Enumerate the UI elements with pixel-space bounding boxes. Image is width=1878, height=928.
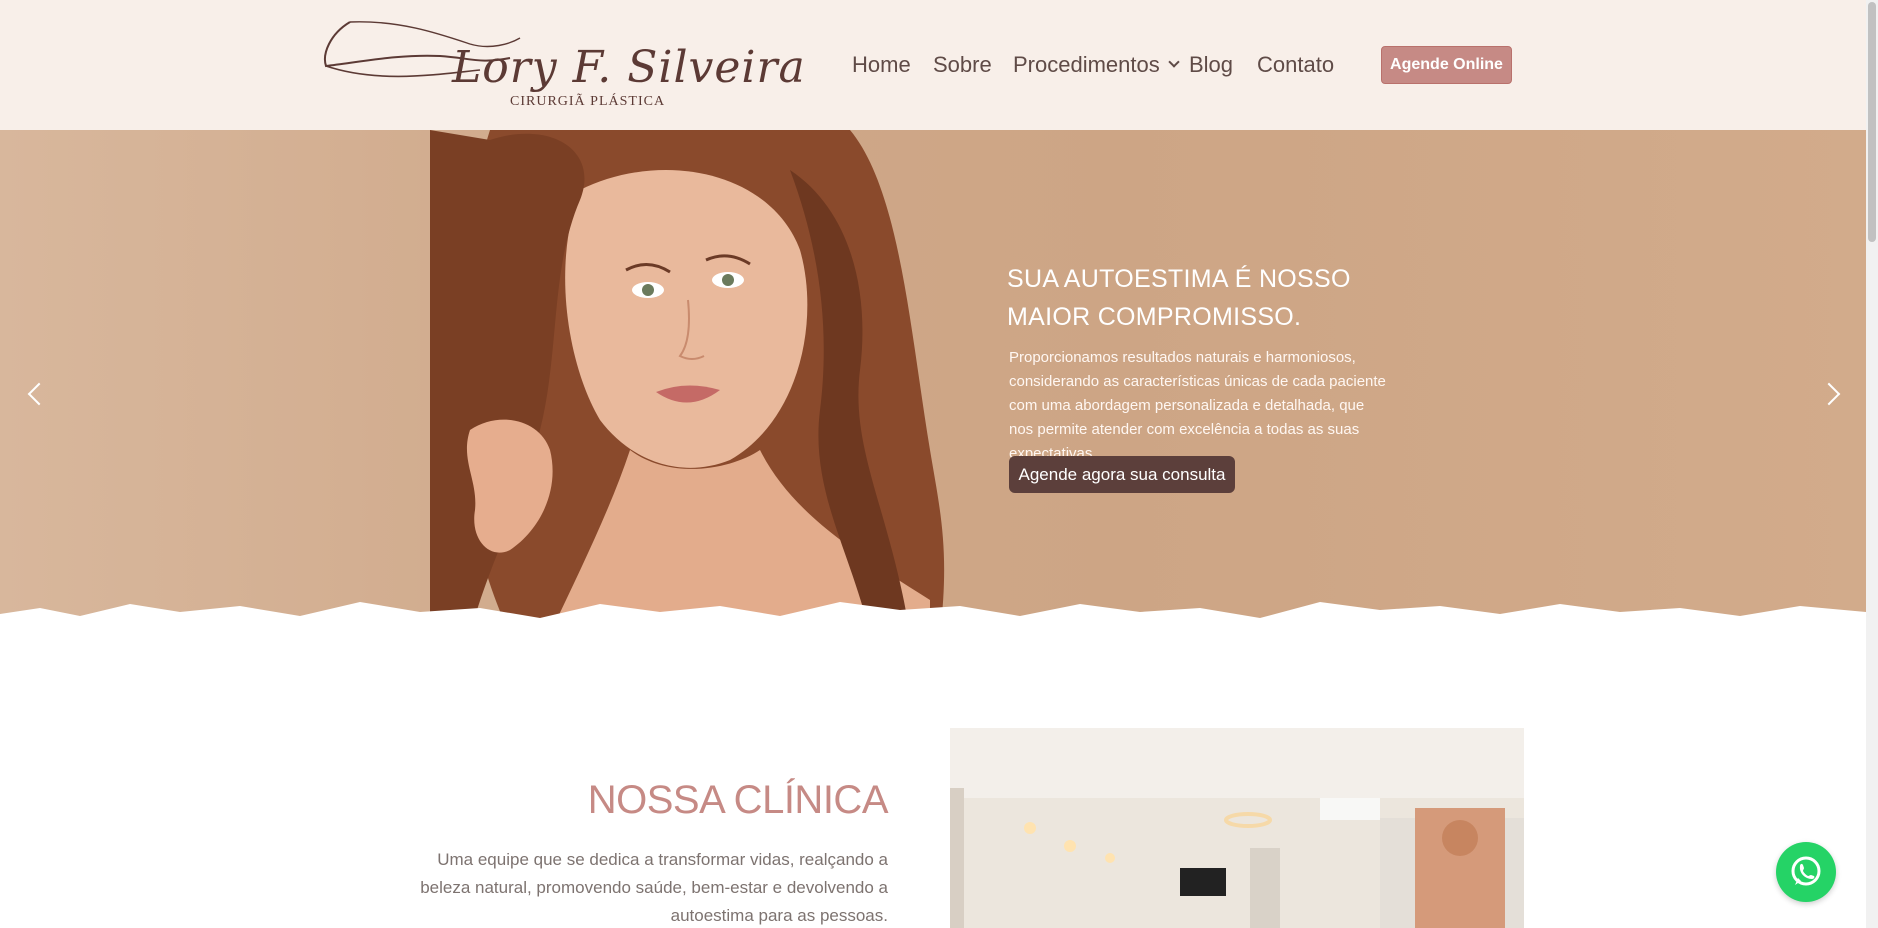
vertical-scrollbar[interactable] (1866, 0, 1878, 928)
clinic-interior-image (950, 728, 1524, 928)
clinic-description: Uma equipe que se dedica a transformar v… (420, 850, 888, 925)
agende-online-button[interactable]: Agende Online (1381, 46, 1512, 84)
logo-name: Lory F. Silveira (452, 42, 806, 93)
nav-contato[interactable]: Contato (1257, 52, 1334, 78)
whatsapp-button[interactable] (1776, 842, 1836, 902)
nav-home[interactable]: Home (852, 52, 911, 78)
chevron-down-icon (1168, 56, 1180, 68)
logo[interactable]: Lory F. Silveira CIRURGIÃ PLÁSTICA (320, 14, 805, 114)
hero-description: Proporcionamos resultados naturais e har… (1009, 349, 1386, 462)
torn-paper-edge (0, 602, 1866, 634)
chevron-left-icon[interactable] (22, 382, 46, 406)
hero-title: SUA AUTOESTIMA É NOSSO MAIOR COMPROMISSO… (1007, 260, 1351, 336)
hero-woman-image (430, 130, 945, 634)
nav-blog[interactable]: Blog (1189, 52, 1233, 78)
hero-title-line1: SUA AUTOESTIMA É NOSSO (1007, 265, 1351, 293)
agende-consulta-button[interactable]: Agende agora sua consulta (1009, 456, 1235, 493)
hero-slider: SUA AUTOESTIMA É NOSSO MAIOR COMPROMISSO… (0, 130, 1866, 634)
whatsapp-icon (1791, 856, 1821, 886)
chevron-right-icon[interactable] (1820, 382, 1844, 406)
site-header: Lory F. Silveira CIRURGIÃ PLÁSTICA Home … (0, 0, 1866, 130)
clinic-title: NOSSA CLÍNICA (587, 778, 889, 822)
scrollbar-thumb[interactable] (1868, 2, 1876, 242)
nav-procedimentos-label: Procedimentos (1013, 52, 1160, 77)
nav-sobre[interactable]: Sobre (933, 52, 992, 78)
nav-procedimentos[interactable]: Procedimentos (1013, 52, 1180, 78)
logo-subtitle: CIRURGIÃ PLÁSTICA (510, 94, 666, 109)
hero-title-line2: MAIOR COMPROMISSO. (1007, 303, 1302, 331)
